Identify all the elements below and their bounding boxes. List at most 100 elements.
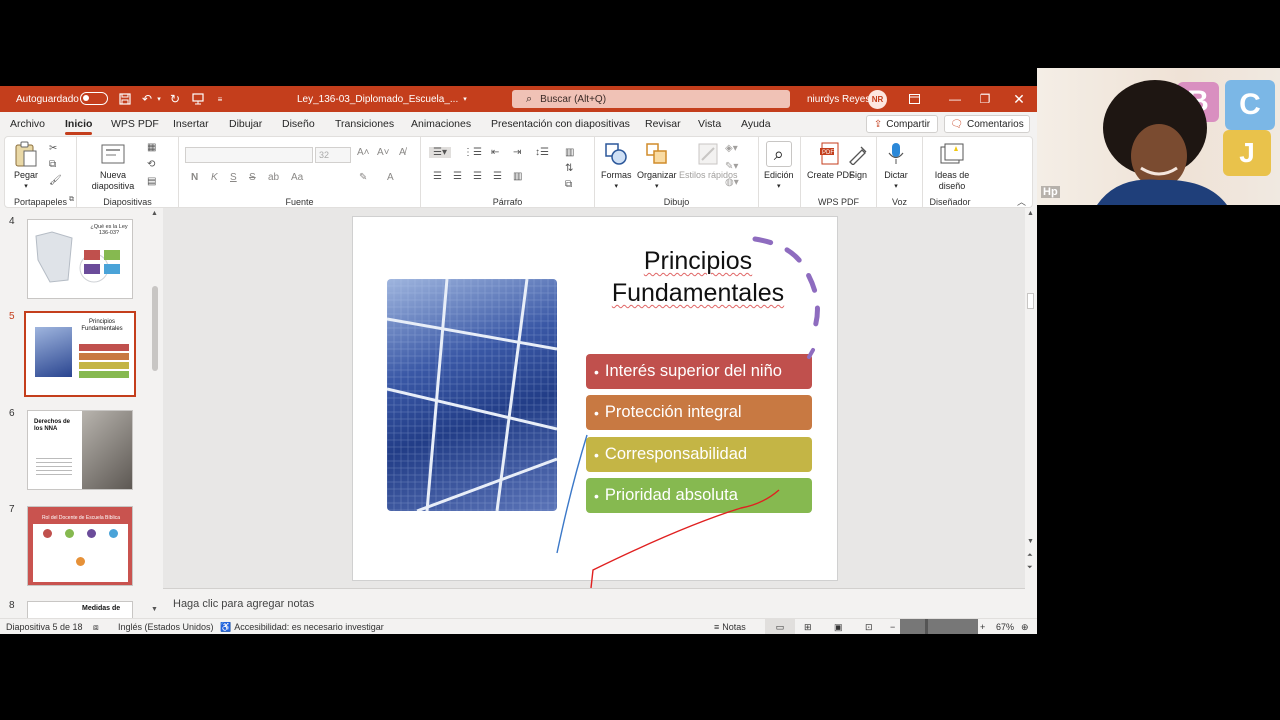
slide-title[interactable]: Principios Fundamentales	[603, 245, 793, 309]
tab-inicio[interactable]: Inicio	[65, 112, 93, 136]
bullet-item-1[interactable]: • Protección integral	[586, 395, 812, 430]
smartart-icon[interactable]: ⧉	[565, 179, 572, 190]
next-slide-icon[interactable]: ⏷	[1027, 564, 1033, 572]
font-size-input[interactable]: 32	[315, 147, 351, 163]
increase-font-icon[interactable]: A˄	[357, 147, 370, 158]
font-name-input[interactable]	[185, 147, 313, 163]
share-button[interactable]: ⇪ Compartir	[866, 115, 938, 133]
zoom-out-icon[interactable]: −	[890, 619, 895, 634]
scrollbar-thumb[interactable]	[1027, 293, 1034, 309]
dictate-button[interactable]: Dictar ▾	[883, 141, 909, 192]
slideshow-icon[interactable]: ⊡	[865, 619, 873, 634]
tab-vista[interactable]: Vista	[698, 112, 721, 136]
strikethrough-icon[interactable]: S	[249, 172, 256, 183]
align-right-icon[interactable]: ☰	[473, 171, 482, 182]
notes-toggle[interactable]: ≡ Notas	[714, 619, 746, 634]
shape-outline-icon[interactable]: ✎▾	[725, 161, 738, 172]
clear-format-icon[interactable]: A̸	[399, 147, 406, 158]
tab-revisar[interactable]: Revisar	[645, 112, 681, 136]
spacing-icon[interactable]: ab	[268, 172, 279, 183]
zoom-slider[interactable]	[900, 619, 978, 634]
justify-icon[interactable]: ☰	[493, 171, 502, 182]
thumbnails-scrollbar[interactable]: ▲ ▼	[150, 208, 160, 618]
tab-presentacion[interactable]: Presentación con diapositivas	[491, 112, 630, 136]
spellcheck-icon[interactable]: ⧈	[93, 619, 99, 634]
underline-icon[interactable]: S	[230, 172, 237, 183]
minimize-icon[interactable]: —	[940, 86, 970, 112]
slide-sorter-icon[interactable]: ⊞	[804, 619, 812, 634]
customize-toolbar-icon[interactable]: ≡	[212, 86, 228, 112]
reading-view-icon[interactable]: ▣	[834, 619, 843, 634]
tab-animaciones[interactable]: Animaciones	[411, 112, 471, 136]
text-direction-icon[interactable]: ⇅	[565, 163, 573, 174]
scroll-down-icon[interactable]: ▼	[1027, 538, 1034, 545]
align-left-icon[interactable]: ☰	[433, 171, 442, 182]
file-name[interactable]: Ley_136-03_Diplomado_Escuela_... ▾	[297, 86, 467, 112]
shape-effects-icon[interactable]: ◍▾	[725, 177, 739, 188]
redo-icon[interactable]: ↻	[167, 86, 183, 112]
comments-button[interactable]: 🗨 Comentarios	[944, 115, 1030, 133]
tab-insertar[interactable]: Insertar	[173, 112, 209, 136]
new-slide-button[interactable]: Nueva diapositiva	[85, 141, 141, 192]
tab-ayuda[interactable]: Ayuda	[741, 112, 771, 136]
slide-thumbnail-selected[interactable]: Principios Fundamentales	[24, 311, 136, 397]
zoom-slider-knob[interactable]	[925, 619, 928, 634]
dialog-launcher-icon[interactable]: ⧉	[69, 196, 74, 204]
shape-fill-icon[interactable]: ◈▾	[725, 143, 738, 154]
format-painter-icon[interactable]: 🖌	[49, 175, 62, 186]
ribbon-display-icon[interactable]	[899, 86, 929, 112]
design-ideas-button[interactable]: Ideas de diseño	[927, 141, 977, 192]
tab-transiciones[interactable]: Transiciones	[335, 112, 394, 136]
user-name[interactable]: niurdys Reyes	[807, 86, 870, 112]
save-icon[interactable]	[117, 86, 133, 112]
sign-button[interactable]: Sign	[845, 141, 871, 181]
scrollbar-thumb[interactable]	[152, 286, 158, 371]
layout-icon[interactable]: ▦	[147, 142, 156, 153]
bullet-item-2[interactable]: • Corresponsabilidad	[586, 437, 812, 472]
shapes-button[interactable]: Formas ▾	[601, 141, 632, 192]
bullet-item-0[interactable]: • Interés superior del niño	[586, 354, 812, 389]
avatar[interactable]: NR	[868, 90, 887, 109]
columns-icon[interactable]: ▥	[565, 147, 574, 158]
restore-icon[interactable]: ❐	[970, 86, 1000, 112]
normal-view-icon[interactable]: ▭	[765, 619, 795, 634]
undo-dropdown-icon[interactable]: ▾	[151, 86, 167, 112]
search-box[interactable]: ⌕ Buscar (Alt+Q)	[512, 90, 790, 108]
close-icon[interactable]: ✕	[1004, 86, 1034, 112]
tab-diseno[interactable]: Diseño	[282, 112, 315, 136]
bullet-item-3[interactable]: • Prioridad absoluta	[586, 478, 812, 513]
language-indicator[interactable]: Inglés (Estados Unidos)	[118, 619, 214, 634]
scroll-down-icon[interactable]: ▼	[151, 606, 158, 613]
italic-icon[interactable]: K	[211, 172, 218, 183]
notes-pane[interactable]: Haga clic para agregar notas	[163, 588, 1025, 618]
decrease-indent-icon[interactable]: ⇤	[491, 147, 499, 158]
font-color-icon[interactable]: A	[387, 172, 394, 183]
present-icon[interactable]	[190, 86, 206, 112]
slide-thumbnail[interactable]: Derechos de los NNA	[27, 410, 133, 490]
line-spacing-icon[interactable]: ↕☰	[535, 147, 549, 158]
arrange-button[interactable]: Organizar ▾	[637, 141, 677, 192]
cut-icon[interactable]: ✂	[49, 143, 57, 154]
decrease-font-icon[interactable]: A˅	[377, 147, 390, 158]
increase-indent-icon[interactable]: ⇥	[513, 147, 521, 158]
tab-archivo[interactable]: Archivo	[10, 112, 45, 136]
section-icon[interactable]: ▤	[147, 176, 156, 187]
paste-button[interactable]: Pegar ▾	[13, 141, 39, 192]
highlight-icon[interactable]: ✎	[359, 172, 367, 183]
accessibility-indicator[interactable]: ♿ Accesibilidad: es necesario investigar	[220, 619, 384, 634]
column-layout-icon[interactable]: ▥	[513, 171, 522, 182]
scroll-up-icon[interactable]: ▲	[151, 210, 158, 217]
slide-thumbnail[interactable]: Rol del Docente de Escuela Bíblica	[27, 506, 133, 586]
slide-canvas[interactable]: Principios Fundamentales • Interés super…	[352, 216, 838, 581]
bullets-icon[interactable]: ☰▾	[429, 147, 451, 158]
slide-thumbnail[interactable]: ¿Qué es la Ley 136-03?	[27, 219, 133, 299]
numbering-icon[interactable]: ⋮☰	[463, 147, 482, 158]
autosave-toggle[interactable]	[80, 92, 108, 105]
reset-icon[interactable]: ⟲	[147, 159, 155, 170]
tab-dibujar[interactable]: Dibujar	[229, 112, 262, 136]
scroll-up-icon[interactable]: ▲	[1027, 210, 1034, 217]
zoom-in-icon[interactable]: +	[980, 619, 985, 634]
solar-panel-image[interactable]	[387, 279, 557, 511]
editing-button[interactable]: ⌕ Edición ▾	[764, 141, 794, 192]
align-center-icon[interactable]: ☰	[453, 171, 462, 182]
